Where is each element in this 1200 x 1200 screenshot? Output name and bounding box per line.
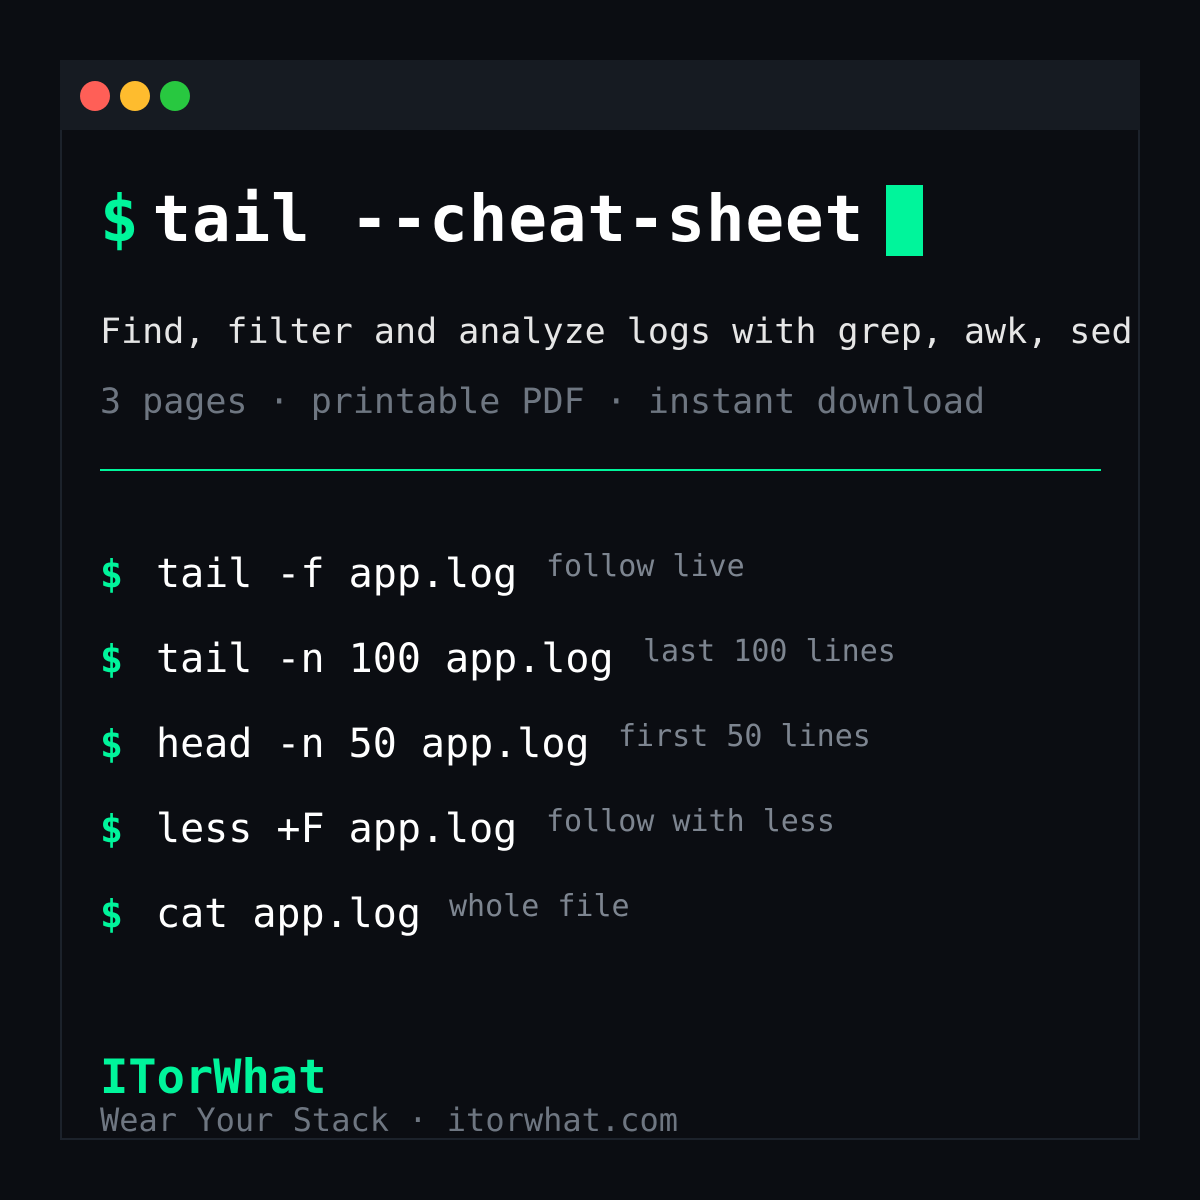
page-title: $ tail --cheat-sheet [100, 180, 924, 260]
description: Find, filter and analyze logs with grep,… [100, 312, 1133, 352]
command-note: last 100 lines [643, 634, 896, 669]
command-text: less +F app.log [156, 806, 518, 852]
brand-tagline: Wear Your Stack · itorwhat.com [100, 1101, 678, 1139]
command-note: whole file [449, 889, 630, 924]
command-text: tail -n 100 app.log [156, 636, 614, 682]
command-text: head -n 50 app.log [156, 721, 590, 767]
cursor-block [886, 185, 924, 256]
command-text: tail -f app.log [156, 551, 518, 597]
title-prompt: $ [100, 183, 139, 257]
row-prompt: $ [100, 552, 123, 596]
command-note: follow live [546, 549, 745, 584]
terminal-window: $ tail --cheat-sheet Find, filter and ana… [60, 60, 1140, 1140]
title-bar [60, 60, 1140, 130]
close-window-button[interactable] [80, 81, 110, 111]
command-text: cat app.log [156, 891, 421, 937]
row-prompt: $ [100, 637, 123, 681]
minimize-window-button[interactable] [120, 81, 150, 111]
brand-name: ITorWhat [100, 1050, 327, 1105]
command-note: first 50 lines [618, 719, 871, 754]
divider [100, 469, 1101, 471]
product-meta: 3 pages · printable PDF · instant downlo… [100, 382, 986, 422]
command-note: follow with less [546, 804, 835, 839]
row-prompt: $ [100, 722, 123, 766]
title-command: tail --cheat-sheet [152, 183, 865, 257]
maximize-window-button[interactable] [160, 81, 190, 111]
row-prompt: $ [100, 892, 123, 936]
row-prompt: $ [100, 807, 123, 851]
